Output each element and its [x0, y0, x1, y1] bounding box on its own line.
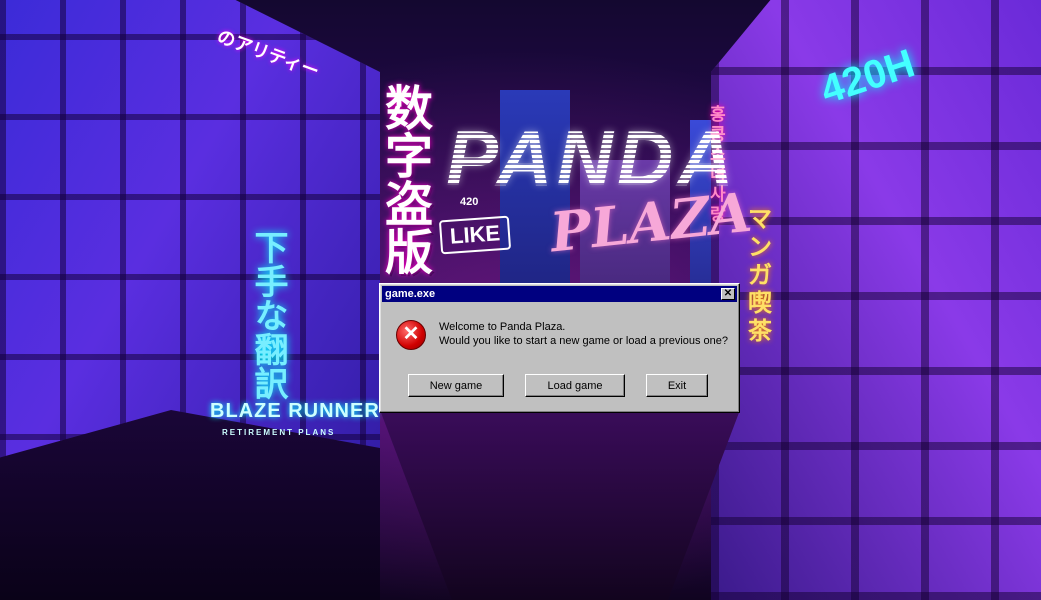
exit-button[interactable]: Exit — [646, 374, 708, 397]
error-icon: ✕ — [396, 320, 426, 350]
dialog-message: Welcome to Panda Plaza. Would you like t… — [439, 320, 728, 348]
dialog-titlebar[interactable]: game.exe ✕ — [382, 286, 737, 302]
japanese-vertical-sign: 下手な翻訳 — [248, 230, 288, 400]
blaze-runner-subtitle: RETIREMENT PLANS — [222, 428, 336, 437]
close-icon[interactable]: ✕ — [721, 288, 735, 300]
street — [380, 410, 740, 600]
game-dialog: game.exe ✕ ✕ Welcome to Panda Plaza. Wou… — [379, 283, 740, 413]
blaze-runner-sign: BLAZE RUNNER — [210, 400, 380, 422]
message-line-2: Would you like to start a new game or lo… — [439, 335, 729, 347]
load-game-button[interactable]: Load game — [525, 374, 625, 397]
dialog-title: game.exe — [385, 288, 436, 300]
new-game-button[interactable]: New game — [408, 374, 504, 397]
like-sign: LIKE — [438, 215, 512, 255]
message-line-1: Welcome to Panda Plaza. — [439, 321, 566, 333]
chinese-vertical-sign: 数字盗版 — [385, 81, 434, 281]
